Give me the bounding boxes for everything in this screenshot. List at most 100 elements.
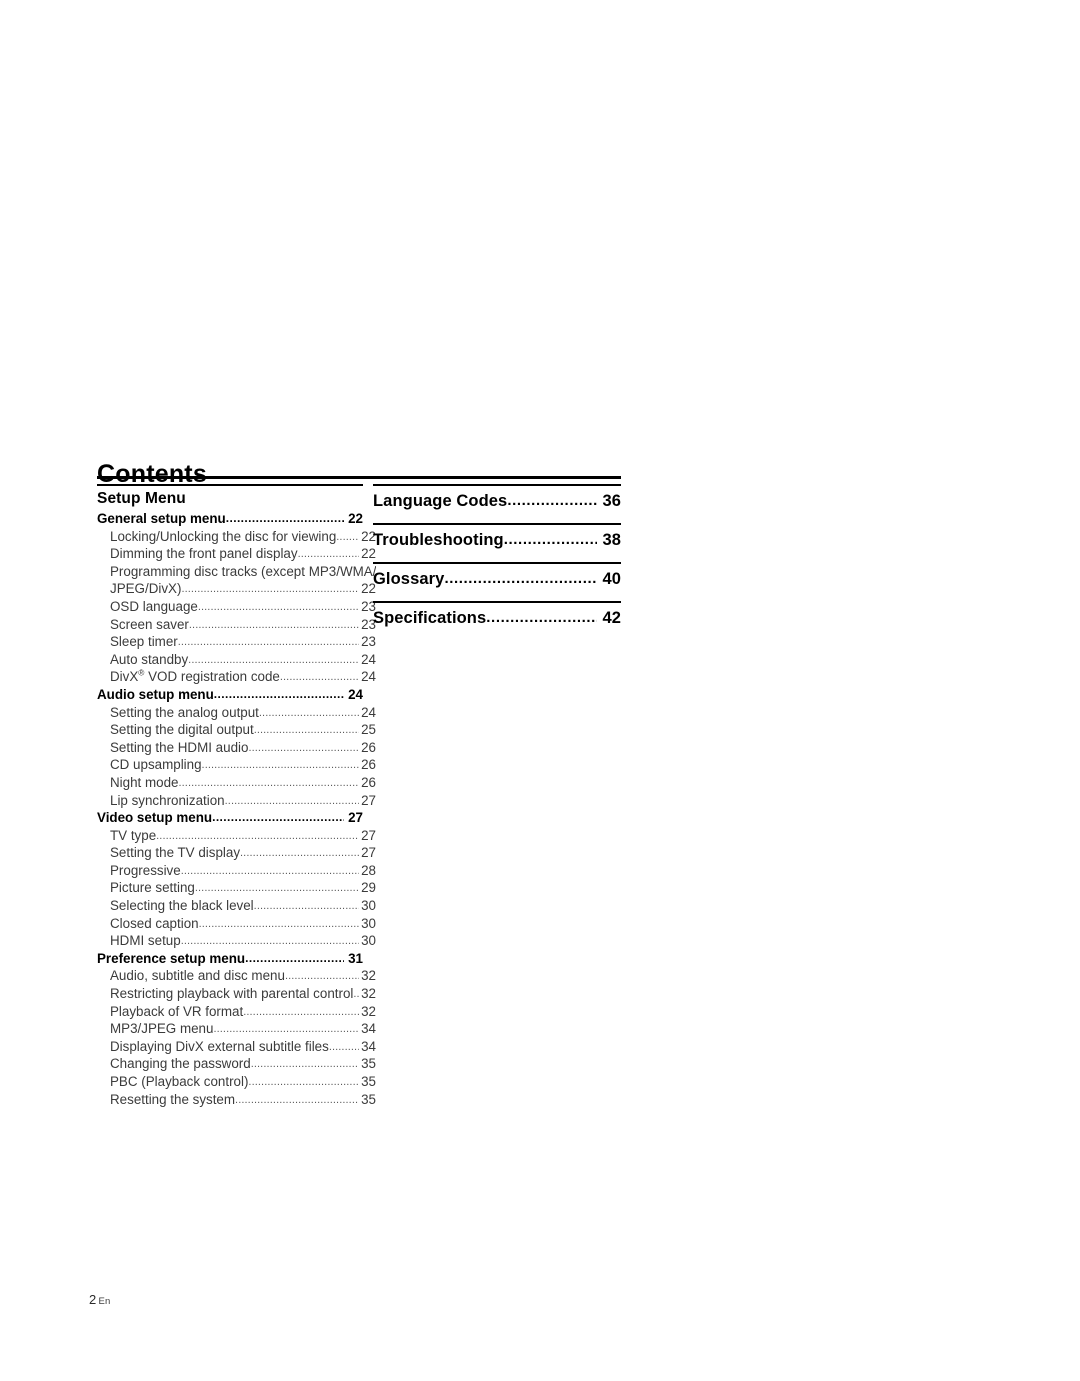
toc-entry-label: TV type — [110, 827, 157, 843]
toc-entry-page-number: 34 — [361, 1021, 376, 1037]
toc-entry-label: OSD language — [110, 598, 198, 614]
toc-entry[interactable]: CD upsampling...........................… — [97, 756, 376, 774]
toc-entry[interactable]: General setup menu......................… — [97, 510, 363, 528]
dot-leader: ........................................… — [253, 900, 359, 913]
left-column-section-title: Setup Menu — [97, 490, 186, 507]
major-entry-spacer — [373, 512, 621, 523]
toc-entry[interactable]: Dimming the front panel display.........… — [97, 545, 376, 563]
dot-leader: ........................................… — [224, 794, 359, 807]
toc-entry[interactable]: Lip synchronization.....................… — [97, 792, 376, 810]
toc-entry-page-number: 22 — [348, 511, 363, 526]
toc-entry-label: DivX® VOD registration code — [110, 668, 280, 685]
dot-leader: ........................................… — [181, 583, 359, 596]
toc-entry-label: CD upsampling — [110, 757, 202, 773]
toc-major-entry[interactable]: Language Codes..........................… — [373, 490, 621, 512]
toc-entry-label: HDMI setup — [110, 933, 181, 949]
toc-entry[interactable]: OSD language............................… — [97, 598, 376, 616]
dot-leader: ........................................… — [213, 686, 344, 701]
toc-entry[interactable]: Selecting the black level...............… — [97, 897, 376, 915]
toc-entry[interactable]: Locking/Unlocking the disc for viewing..… — [97, 528, 376, 546]
toc-major-entry-list: Language Codes..........................… — [373, 484, 621, 640]
toc-entry[interactable]: Playback of VR format...................… — [97, 1003, 376, 1021]
toc-entry-label: Selecting the black level — [110, 898, 254, 914]
toc-entry-label: General setup menu — [97, 511, 226, 526]
major-entry-spacer — [373, 629, 621, 640]
toc-entry[interactable]: Resetting the system....................… — [97, 1091, 376, 1109]
toc-entry-label: MP3/JPEG menu — [110, 1021, 214, 1037]
toc-major-entry[interactable]: Troubleshooting ........................… — [373, 529, 621, 551]
toc-entry-label: Programming disc tracks (except MP3/WMA/ — [110, 563, 376, 579]
toc-major-entry-label: Glossary — [373, 570, 445, 588]
toc-entry[interactable]: Changing the password...................… — [97, 1055, 376, 1073]
dot-leader: ........................................… — [156, 829, 359, 842]
toc-entry[interactable]: HDMI setup..............................… — [97, 932, 376, 950]
toc-entry[interactable]: PBC (Playback control)..................… — [97, 1073, 376, 1091]
toc-entry-page-number: 26 — [361, 757, 376, 773]
toc-entry[interactable]: DivX® VOD registration code.............… — [97, 668, 376, 686]
toc-major-entry[interactable]: Specifications .........................… — [373, 607, 621, 629]
toc-entry[interactable]: Picture setting.........................… — [97, 879, 376, 897]
dot-leader: ........................................… — [284, 970, 359, 983]
toc-major-entry-page-number: 38 — [602, 531, 621, 549]
dot-leader: ........................................… — [336, 530, 359, 543]
dot-leader: ........................................… — [177, 636, 359, 649]
toc-entry[interactable]: Setting the TV display..................… — [97, 844, 376, 862]
footer-page-number: 2 — [89, 1292, 97, 1307]
toc-entry[interactable]: Sleep timer.............................… — [97, 633, 376, 651]
toc-entry[interactable]: Night mode..............................… — [97, 774, 376, 792]
dot-leader: ........................................… — [245, 950, 344, 965]
toc-entry[interactable]: JPEG/DivX)..............................… — [97, 580, 376, 598]
toc-entry[interactable]: MP3/JPEG menu...........................… — [97, 1020, 376, 1038]
dot-leader: ........................................… — [258, 706, 359, 719]
toc-entry-page-number: 29 — [361, 880, 376, 896]
major-entry-divider — [373, 601, 621, 603]
toc-entry[interactable]: Setting the HDMI audio..................… — [97, 739, 376, 757]
dot-leader: ........................................… — [188, 653, 359, 666]
toc-entry-label: Dimming the front panel display — [110, 546, 298, 562]
toc-entry-page-number: 28 — [361, 862, 376, 878]
dot-leader: ........................................… — [507, 492, 597, 509]
toc-entry[interactable]: Auto standby............................… — [97, 651, 376, 669]
toc-right-column: Language Codes..........................… — [373, 484, 621, 640]
toc-major-entry-page-number: 36 — [602, 492, 621, 510]
toc-entry-label: Auto standby — [110, 651, 189, 667]
major-entry-divider — [373, 523, 621, 525]
toc-entry[interactable]: TV type.................................… — [97, 827, 376, 845]
toc-major-entry[interactable]: Glossary ...............................… — [373, 568, 621, 590]
toc-entry-label: JPEG/DivX) — [110, 581, 182, 597]
dot-leader: ........................................… — [225, 511, 344, 525]
toc-entry[interactable]: Setting the analog output...............… — [97, 704, 376, 722]
toc-entry-page-number: 30 — [361, 898, 376, 914]
toc-major-entry-page-number: 42 — [602, 609, 621, 627]
toc-entry[interactable]: Audio, subtitle and disc menu...........… — [97, 967, 376, 985]
toc-entry-label: Displaying DivX external subtitle files — [110, 1038, 329, 1054]
toc-entry[interactable]: Video setup menu........................… — [97, 809, 363, 827]
toc-entry-label: Locking/Unlocking the disc for viewing — [110, 528, 337, 544]
toc-entry[interactable]: Setting the digital output..............… — [97, 721, 376, 739]
toc-entry-label: Setting the HDMI audio — [110, 739, 249, 755]
toc-entry-page-number: 27 — [361, 792, 376, 808]
page-footer: 2 En — [89, 1292, 110, 1307]
toc-entry[interactable]: Audio setup menu........................… — [97, 686, 363, 704]
toc-entry-page-number: 34 — [361, 1038, 376, 1054]
toc-entry[interactable]: Progressive.............................… — [97, 862, 376, 880]
toc-entry-page-number: 30 — [361, 915, 376, 931]
toc-major-entry-label: Language Codes — [373, 492, 508, 510]
toc-entry[interactable]: Closed caption..........................… — [97, 915, 376, 933]
toc-entry-page-number: 24 — [361, 651, 376, 667]
toc-entry[interactable]: Programming disc tracks (except MP3/WMA/… — [97, 563, 376, 581]
toc-entry-label: PBC (Playback control) — [110, 1074, 249, 1089]
toc-entry-label: Night mode — [110, 774, 179, 790]
toc-entry-page-number: 32 — [361, 1003, 376, 1019]
toc-entry[interactable]: Restricting playback with parental contr… — [97, 985, 376, 1003]
toc-entry-page-number: 24 — [361, 669, 376, 685]
toc-entry-label: Screen saver — [110, 616, 189, 632]
toc-entry[interactable]: Screen saver............................… — [97, 616, 376, 634]
toc-entry[interactable]: Displaying DivX external subtitle files.… — [97, 1038, 376, 1056]
toc-entry-label: Changing the password — [110, 1056, 251, 1072]
toc-entry-page-number: 31 — [348, 950, 363, 966]
dot-leader: ........................................… — [194, 882, 359, 895]
dot-leader: ........................................… — [243, 1005, 359, 1018]
toc-entry[interactable]: Preference setup menu...................… — [97, 950, 363, 968]
toc-entry-label: Restricting playback with parental contr… — [110, 986, 354, 1002]
